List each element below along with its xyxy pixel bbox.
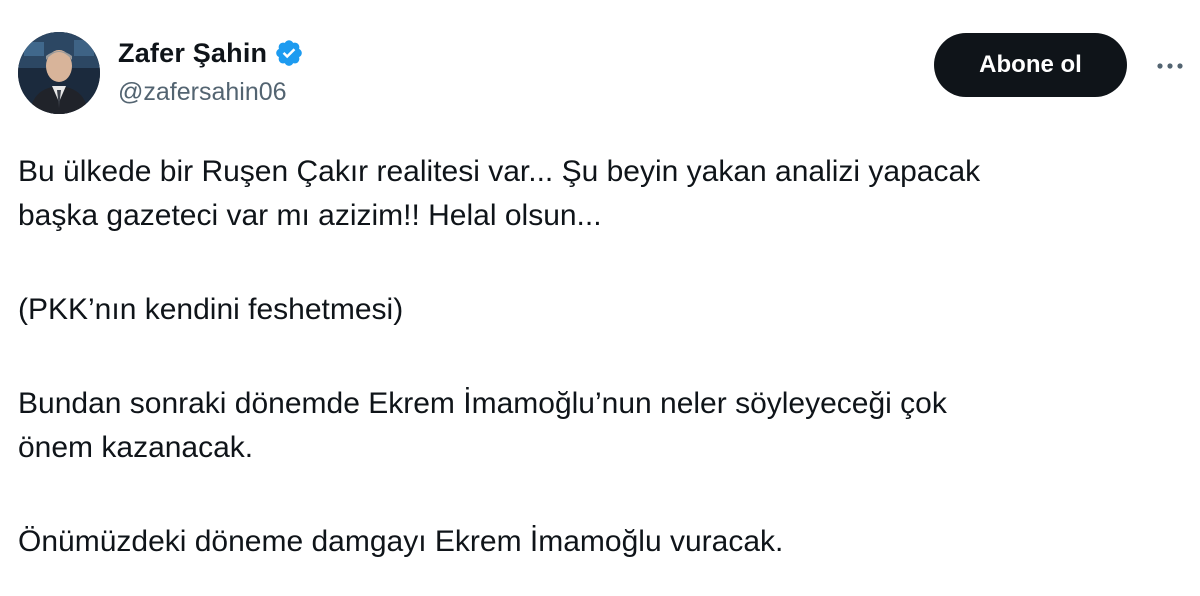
- verified-badge-icon[interactable]: [274, 38, 304, 68]
- follow-button[interactable]: Abone ol: [934, 33, 1127, 97]
- avatar[interactable]: [18, 32, 100, 114]
- tweet-line: Bu ülkede bir Ruşen Çakır realitesi var.…: [18, 155, 981, 188]
- tweet-line: başka gazeteci var mı azizim!! Helal ols…: [18, 199, 602, 232]
- tweet-line: önem kazanacak.: [18, 431, 254, 464]
- name-row: Zafer Şahin: [118, 36, 304, 70]
- tweet-paragraph: Önümüzdeki döneme damgayı Ekrem İmamoğlu…: [18, 520, 1178, 564]
- profile-photo-icon: [18, 32, 100, 114]
- tweet-card: Zafer Şahin @zafersahin06 Abone ol Bu ül…: [0, 0, 1200, 596]
- more-horizontal-icon[interactable]: [1152, 48, 1188, 84]
- author-names: Zafer Şahin @zafersahin06: [118, 36, 304, 107]
- author-display-name[interactable]: Zafer Şahin: [118, 38, 267, 69]
- tweet-text: Bu ülkede bir Ruşen Çakır realitesi var.…: [18, 150, 1178, 564]
- tweet-line: Önümüzdeki döneme damgayı Ekrem İmamoğlu…: [18, 525, 784, 558]
- tweet-paragraph: (PKK’nın kendini feshetmesi): [18, 288, 1178, 332]
- author-handle[interactable]: @zafersahin06: [118, 78, 304, 107]
- tweet-line: Bundan sonraki dönemde Ekrem İmamoğlu’nu…: [18, 387, 947, 420]
- tweet-paragraph: Bundan sonraki dönemde Ekrem İmamoğlu’nu…: [18, 382, 1178, 470]
- tweet-paragraph: Bu ülkede bir Ruşen Çakır realitesi var.…: [18, 150, 1178, 238]
- tweet-header: Zafer Şahin @zafersahin06 Abone ol: [18, 30, 1188, 116]
- tweet-line: (PKK’nın kendini feshetmesi): [18, 293, 404, 326]
